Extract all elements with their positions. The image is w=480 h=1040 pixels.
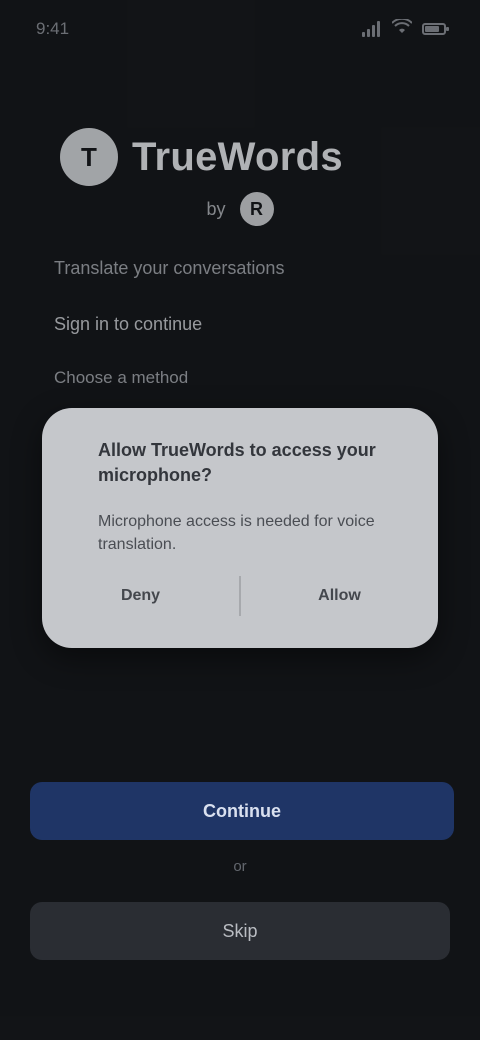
permission-dialog: Allow TrueWords to access your microphon…: [42, 408, 438, 648]
or-separator: or: [233, 858, 247, 875]
skip-button[interactable]: Skip: [30, 902, 450, 960]
allow-button[interactable]: Allow: [241, 568, 438, 624]
dialog-message: Microphone access is needed for voice tr…: [98, 513, 375, 553]
dialog-title: Allow TrueWords to access your microphon…: [98, 440, 376, 485]
dialog-actions: Deny Allow: [42, 568, 438, 624]
deny-button[interactable]: Deny: [42, 568, 239, 624]
continue-button[interactable]: Continue: [30, 782, 454, 840]
